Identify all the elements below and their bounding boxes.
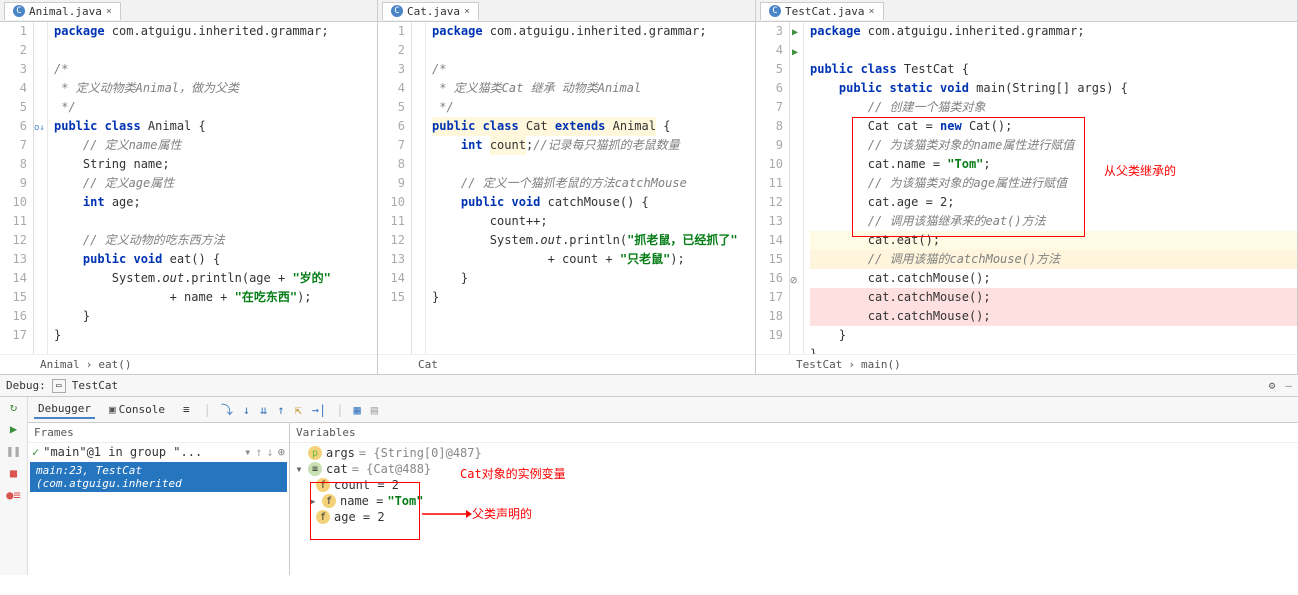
tab-console[interactable]: ▣Console bbox=[105, 401, 169, 418]
debug-label: Debug: bbox=[6, 379, 46, 392]
code-area-animal[interactable]: 1234567891011121314151617 o↓ package com… bbox=[0, 22, 377, 354]
marker-col: o↓ bbox=[34, 22, 48, 354]
class-icon: C bbox=[769, 5, 781, 17]
code-area-testcat[interactable]: 345678910111213141516171819 ▶▶⊘ package … bbox=[756, 22, 1297, 354]
class-icon: C bbox=[391, 5, 403, 17]
tab-cat[interactable]: C Cat.java × bbox=[382, 2, 479, 20]
rerun-icon[interactable]: ↻ bbox=[6, 399, 22, 415]
hide-icon[interactable]: — bbox=[1285, 379, 1292, 392]
editor-animal: C Animal.java × 123456789101112131415161… bbox=[0, 0, 378, 374]
resume-icon[interactable]: ▶ bbox=[6, 421, 22, 437]
stack-frame[interactable]: main:23, TestCat (com.atguigu.inherited bbox=[30, 462, 287, 492]
gutter: 1234567891011121314151617 bbox=[0, 22, 34, 354]
tab-animal[interactable]: C Animal.java × bbox=[4, 2, 121, 20]
frames-panel: Frames ✓ "main"@1 in group "... ▾ ↑↓ ⊕ m… bbox=[28, 423, 290, 575]
breadcrumb[interactable]: TestCat›main() bbox=[756, 354, 1297, 374]
threads-icon[interactable]: ≡ bbox=[179, 401, 194, 418]
class-icon: C bbox=[13, 5, 25, 17]
tab-bar: C Animal.java × bbox=[0, 0, 377, 22]
stop-icon[interactable]: ■ bbox=[6, 465, 22, 481]
debug-body: ↻ ▶ ❚❚ ■ ●≡ Debugger ▣Console ≡ | ⤵ ↓ ⇊ … bbox=[0, 397, 1298, 575]
tab-label: Animal.java bbox=[29, 5, 102, 18]
step-out-icon[interactable]: ↑ bbox=[277, 403, 284, 417]
variables-title: Variables bbox=[290, 423, 1298, 443]
debug-toolbar: Debugger ▣Console ≡ | ⤵ ↓ ⇊ ↑ ⇱ →| | ▦ ▤ bbox=[28, 397, 1298, 423]
annotation-label: Cat对象的实例变量 bbox=[460, 465, 566, 482]
step-over-icon[interactable]: ⤵ bbox=[221, 401, 233, 418]
step-into-icon[interactable]: ↓ bbox=[243, 403, 250, 417]
run-to-cursor-icon[interactable]: →| bbox=[312, 403, 326, 417]
debug-sidebar: ↻ ▶ ❚❚ ■ ●≡ bbox=[0, 397, 28, 575]
close-icon[interactable]: × bbox=[106, 6, 112, 17]
breadcrumb[interactable]: Cat bbox=[378, 354, 755, 374]
frames-title: Frames bbox=[28, 423, 289, 443]
code: package com.atguigu.inherited.grammar; /… bbox=[48, 22, 377, 354]
tab-debugger[interactable]: Debugger bbox=[34, 400, 95, 419]
evaluate-icon[interactable]: ▦ bbox=[353, 403, 360, 417]
drop-frame-icon[interactable]: ⇱ bbox=[295, 403, 302, 417]
breadcrumb[interactable]: Animal›eat() bbox=[0, 354, 377, 374]
variables-tree[interactable]: pargs = {String[0]@487} ▾≡cat = {Cat@488… bbox=[290, 443, 1298, 575]
annotation-label: 父类声明的 bbox=[472, 505, 532, 522]
close-icon[interactable]: × bbox=[464, 6, 470, 17]
gear-icon[interactable]: ⚙ bbox=[1269, 379, 1276, 392]
annotation-label: 从父类继承的 bbox=[1104, 162, 1176, 181]
close-icon[interactable]: × bbox=[868, 6, 874, 17]
debug-config[interactable]: TestCat bbox=[72, 379, 118, 392]
force-step-into-icon[interactable]: ⇊ bbox=[260, 403, 267, 417]
code-area-cat[interactable]: 123456789101112131415 package com.atguig… bbox=[378, 22, 755, 354]
trace-icon[interactable]: ▤ bbox=[371, 403, 378, 417]
editor-testcat: C TestCat.java × 34567891011121314151617… bbox=[756, 0, 1298, 374]
thread-selector[interactable]: ✓ "main"@1 in group "... ▾ ↑↓ ⊕ bbox=[28, 443, 289, 461]
pause-icon[interactable]: ❚❚ bbox=[6, 443, 22, 459]
variables-panel: Variables pargs = {String[0]@487} ▾≡cat … bbox=[290, 423, 1298, 575]
breakpoints-icon[interactable]: ●≡ bbox=[6, 487, 22, 503]
config-icon: ▭ bbox=[52, 379, 66, 393]
arrow-icon bbox=[422, 508, 472, 520]
debug-bar: Debug: ▭ TestCat ⚙ — bbox=[0, 375, 1298, 397]
editor-cat: C Cat.java × 123456789101112131415 packa… bbox=[378, 0, 756, 374]
tab-testcat[interactable]: C TestCat.java × bbox=[760, 2, 884, 20]
tab-label: Cat.java bbox=[407, 5, 460, 18]
tab-label: TestCat.java bbox=[785, 5, 864, 18]
